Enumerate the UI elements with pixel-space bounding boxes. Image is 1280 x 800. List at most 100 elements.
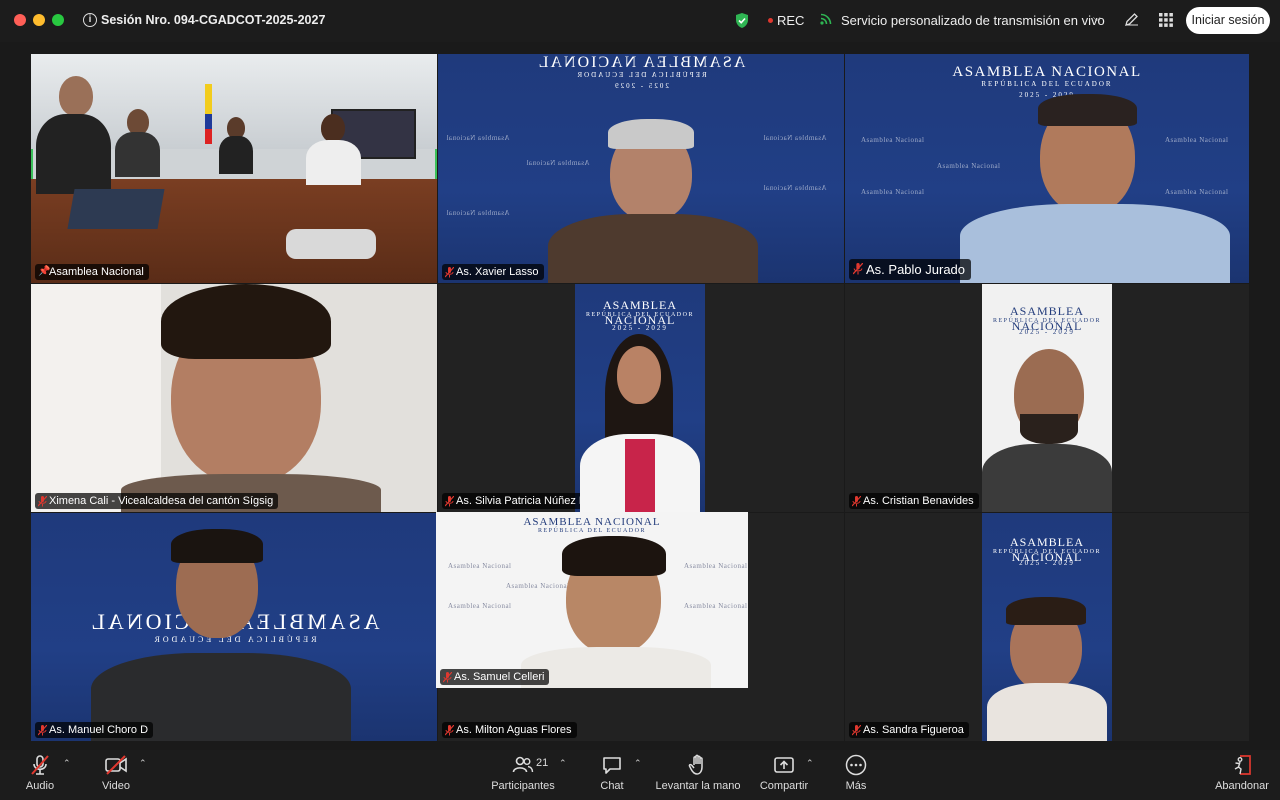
banner-subtitle: REPÚBLICA DEL ECUADOR	[981, 80, 1113, 88]
video-tile-sandra-figueroa[interactable]: ASAMBLEA NACIONAL REPÚBLICA DEL ECUADOR …	[845, 513, 1249, 741]
banner-years: 2025 - 2029	[1019, 559, 1075, 567]
watermark: Asamblea Nacional	[526, 159, 590, 167]
chat-options-caret[interactable]: ⌃	[634, 758, 642, 769]
watermark: Asamblea Nacional	[446, 134, 510, 142]
audio-options-caret[interactable]: ⌃	[63, 758, 71, 769]
info-icon[interactable]: i	[83, 13, 97, 27]
participant-label: 📌 Asamblea Nacional	[35, 264, 149, 280]
banner-subtitle: REPÚBLICA DEL ECUADOR	[538, 528, 646, 534]
livestream-menu[interactable]: Servicio personalizado de transmisión en…	[841, 13, 1105, 28]
watermark: Asamblea Nacional	[448, 602, 512, 610]
audio-button[interactable]: Audio	[22, 754, 58, 792]
signin-button[interactable]: Iniciar sesión	[1186, 7, 1270, 34]
mic-off-icon	[31, 755, 49, 775]
banner-years: 2025 - 2029	[613, 82, 669, 90]
watermark: Asamblea Nacional	[861, 136, 925, 144]
person-1	[59, 76, 93, 116]
share-icon	[774, 757, 794, 773]
person-hair	[171, 529, 263, 563]
participant-label: Ximena Cali - Vicealcaldesa del cantón S…	[35, 493, 279, 509]
wall	[31, 284, 161, 512]
participant-label: As. Xavier Lasso	[442, 264, 544, 280]
mute-icon	[443, 672, 452, 683]
grid-icon[interactable]	[1159, 13, 1173, 27]
participants-label: Participantes	[491, 780, 555, 792]
person-shirt	[521, 647, 711, 688]
more-icon	[845, 754, 867, 776]
participant-label: As. Sandra Figueroa	[849, 722, 969, 738]
chat-icon	[603, 757, 621, 774]
close-window-button[interactable]	[14, 14, 26, 26]
chevron-down-icon[interactable]: ⌵	[1093, 13, 1101, 24]
person-shirt	[548, 214, 758, 283]
participants-options-caret[interactable]: ⌃	[559, 758, 567, 769]
watermark: Asamblea Nacional	[861, 188, 925, 196]
video-tile-asamblea-nacional[interactable]: 📌 Asamblea Nacional	[31, 54, 437, 283]
person-beard	[1020, 414, 1078, 444]
banner-subtitle: REPÚBLICA DEL ECUADOR	[586, 312, 694, 318]
mute-icon	[853, 263, 863, 275]
person-shirt	[987, 683, 1107, 741]
person-hair	[562, 536, 666, 576]
portrait-video: ASAMBLEA NACIONAL REPÚBLICA DEL ECUADOR …	[575, 284, 705, 512]
video-button[interactable]: Video	[98, 754, 134, 792]
video-tile-manuel-choro[interactable]: ASAMBLEA NACIONAL REPÚBLICA DEL ECUADOR …	[31, 513, 437, 741]
person-shirt	[960, 204, 1230, 283]
watermark: Asamblea Nacional	[763, 134, 827, 142]
rec-label[interactable]: REC	[777, 13, 804, 28]
more-button[interactable]: Más	[838, 754, 874, 792]
flag-ecuador	[205, 84, 212, 144]
chat-button[interactable]: Chat	[594, 754, 630, 792]
banner-title: ASAMBLEA NACIONAL	[523, 516, 661, 528]
video-tile-cristian-benavides[interactable]: ASAMBLEA NACIONAL REPÚBLICA DEL ECUADOR …	[845, 284, 1249, 512]
watermark: Asamblea Nacional	[684, 562, 748, 570]
banner-years: 2025 - 2029	[1019, 328, 1075, 336]
participant-label: As. Milton Aguas Flores	[442, 722, 577, 738]
share-label: Compartir	[759, 780, 809, 792]
banner-years: 2025 - 2029	[1019, 91, 1075, 99]
video-tile-silvia-nunez[interactable]: ASAMBLEA NACIONAL REPÚBLICA DEL ECUADOR …	[438, 284, 844, 512]
participant-label: As. Manuel Choro D	[35, 722, 154, 738]
pencil-icon[interactable]	[1124, 12, 1139, 27]
share-button[interactable]: Compartir	[756, 754, 812, 792]
banner-title: ASAMBLEA NACIONAL	[952, 64, 1142, 80]
minimize-window-button[interactable]	[33, 14, 45, 26]
banner-title: ASAMBLEA NACIONAL	[536, 54, 746, 71]
portrait-video: ASAMBLEA NACIONAL REPÚBLICA DEL ECUADOR …	[982, 284, 1112, 512]
banner-subtitle: REPÚBLICA DEL ECUADOR	[575, 71, 707, 79]
raise-hand-button[interactable]: Levantar la mano	[654, 754, 742, 792]
video-tile-samuel-celleri[interactable]: ASAMBLEA NACIONAL REPÚBLICA DEL ECUADOR …	[436, 512, 748, 688]
participant-label: As. Samuel Celleri	[440, 669, 550, 685]
portrait-video: ASAMBLEA NACIONAL REPÚBLICA DEL ECUADOR …	[982, 513, 1112, 741]
share-options-caret[interactable]: ⌃	[806, 758, 814, 769]
title-bar: i Sesión Nro. 094-CGADCOT-2025-2027 REC …	[0, 0, 1280, 42]
watermark: Asamblea Nacional	[937, 162, 1001, 170]
watermark: Asamblea Nacional	[446, 209, 510, 217]
hand-icon	[688, 754, 703, 775]
meeting-toolbar: Audio ⌃ Video ⌃ Participantes 21 ⌃ Chat …	[0, 750, 1280, 800]
watermark: Asamblea Nacional	[506, 582, 570, 590]
person-hair	[161, 284, 331, 359]
mute-icon	[445, 725, 454, 736]
banner-subtitle: REPÚBLICA DEL ECUADOR	[151, 635, 317, 644]
leave-button[interactable]: Abandonar	[1212, 754, 1272, 792]
stream-icon	[820, 13, 832, 25]
raise-hand-label: Levantar la mano	[655, 780, 741, 792]
mute-icon	[852, 496, 861, 507]
video-off-icon	[105, 755, 127, 775]
mute-icon	[38, 496, 47, 507]
video-tile-pablo-jurado[interactable]: ASAMBLEA NACIONAL REPÚBLICA DEL ECUADOR …	[845, 54, 1249, 283]
audio-label: Audio	[25, 780, 55, 792]
maximize-window-button[interactable]	[52, 14, 64, 26]
video-tile-xavier-lasso[interactable]: ASAMBLEA NACIONAL REPÚBLICA DEL ECUADOR …	[438, 54, 844, 283]
watermark: Asamblea Nacional	[1165, 188, 1229, 196]
video-tile-ximena-cali[interactable]: Ximena Cali - Vicealcaldesa del cantón S…	[31, 284, 437, 512]
mute-icon	[445, 496, 454, 507]
mute-icon	[445, 267, 454, 278]
banner-years: 2025 - 2029	[612, 324, 668, 332]
video-options-caret[interactable]: ⌃	[139, 758, 147, 769]
pin-icon: 📌	[38, 266, 51, 277]
shield-icon[interactable]	[735, 12, 749, 29]
person-hair	[1038, 94, 1137, 126]
watermark: Asamblea Nacional	[448, 562, 512, 570]
